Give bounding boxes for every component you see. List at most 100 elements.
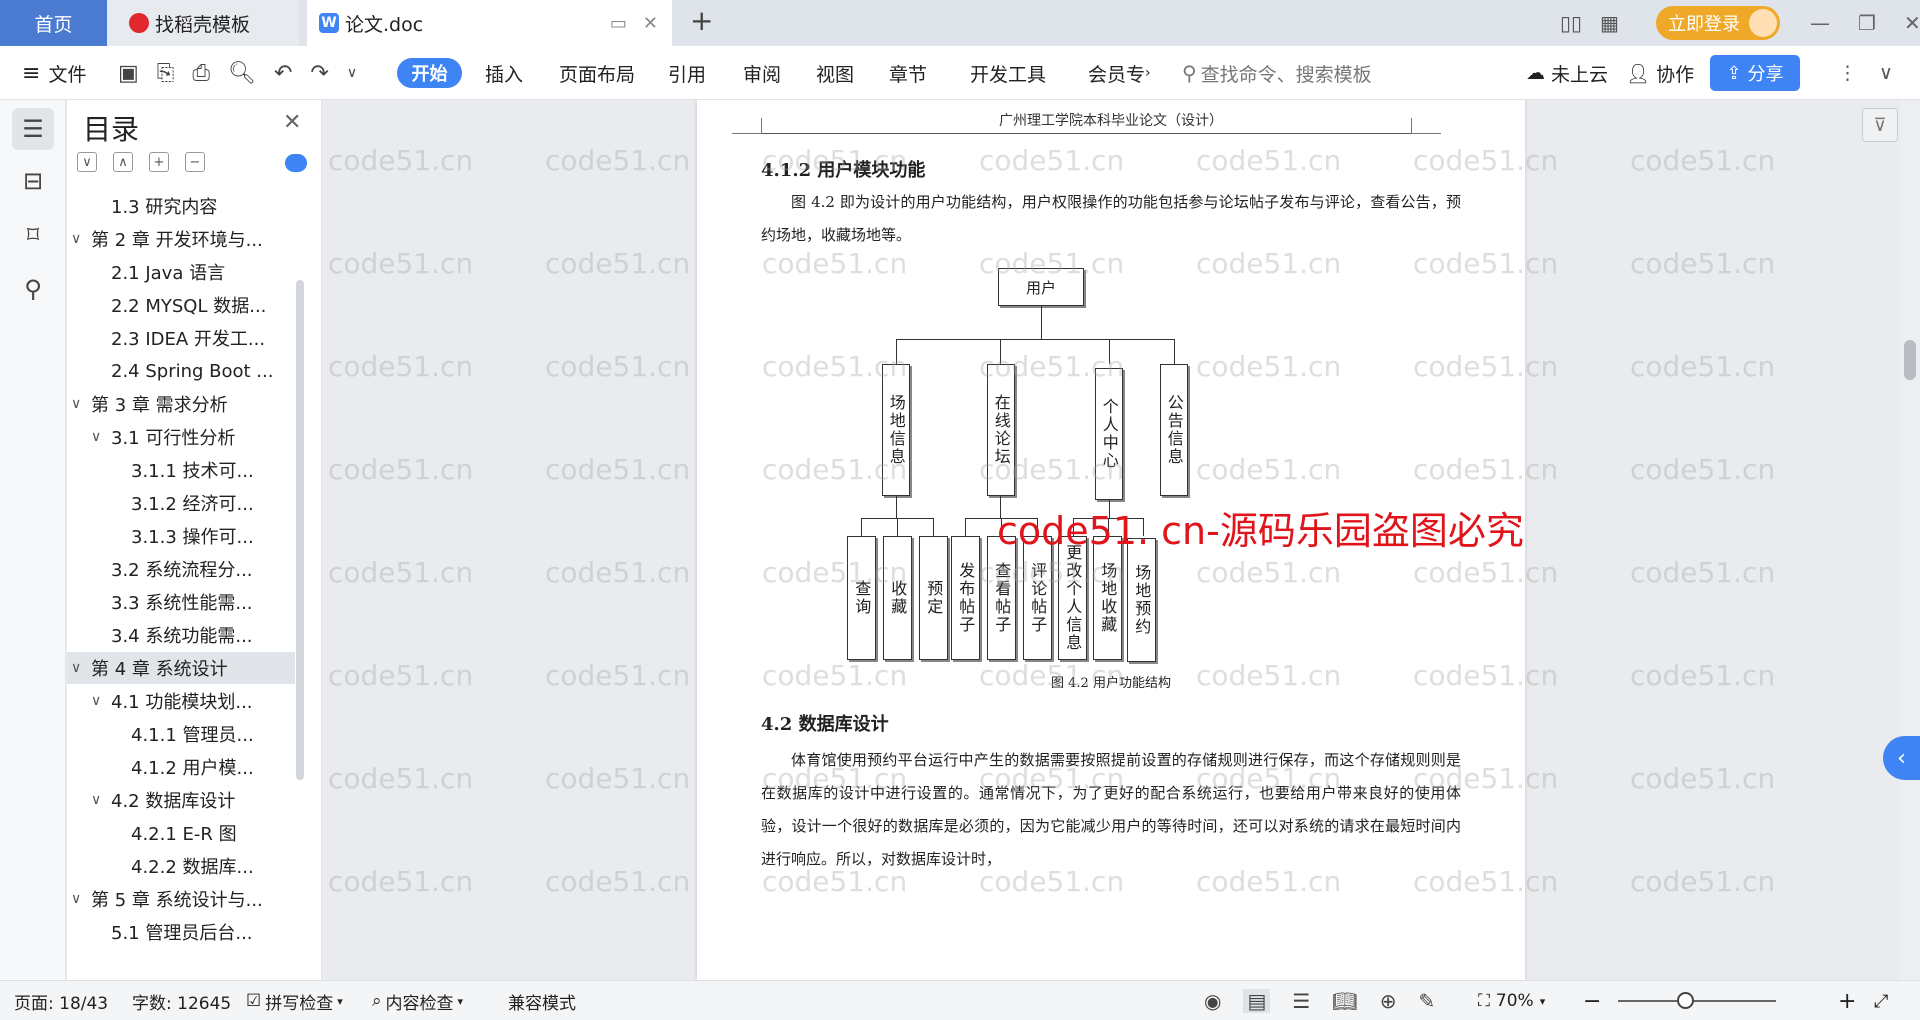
outline-item[interactable]: ∨ 3.1 可行性分析 [67, 421, 295, 453]
tab-home[interactable]: 首页 [0, 0, 107, 46]
file-menu[interactable]: ≡ 文件 [22, 46, 86, 100]
zoom-in-icon[interactable]: + [1838, 981, 1856, 1020]
export-icon[interactable]: ⎘ [157, 61, 175, 86]
outline-item[interactable]: 3.3 系统性能需... [67, 586, 295, 618]
vertical-scrollbar[interactable] [1900, 100, 1920, 980]
restore-icon[interactable]: ❐ [1858, 11, 1876, 35]
expand-icon[interactable]: ∨ [77, 152, 97, 172]
login-label: 立即登录 [1668, 14, 1740, 35]
close-icon[interactable]: ✕ [283, 110, 301, 135]
filter-icon[interactable]: ⊽ [1862, 108, 1898, 142]
tab-start[interactable]: 开始 [397, 58, 462, 88]
zoom-slider[interactable] [1618, 1000, 1776, 1002]
collapse-ribbon-icon[interactable]: ∨ [1879, 62, 1893, 84]
minimize-icon[interactable]: — [1810, 11, 1830, 35]
tab-document[interactable]: W 论文.doc ▭ ✕ [307, 0, 672, 46]
chevron-down-icon[interactable]: ∨ [71, 660, 91, 676]
undo-icon[interactable]: ↶ [274, 61, 292, 86]
save-icon[interactable]: ▣ [118, 61, 139, 86]
chevron-down-icon[interactable]: ∨ [71, 231, 91, 247]
outline-item[interactable]: 3.2 系统流程分... [67, 553, 295, 585]
page-indicator[interactable]: 页面: 18/43 [14, 981, 108, 1020]
tab-view[interactable]: 视图 [816, 46, 854, 100]
web-view-icon[interactable]: ⊕ [1380, 989, 1397, 1013]
outline-item[interactable]: 4.1.2 用户模... [67, 751, 295, 783]
outline-item[interactable]: 3.1.2 经济可... [67, 487, 295, 519]
outline-item[interactable]: 2.4 Spring Boot ... [67, 355, 295, 387]
collapse-icon[interactable]: ∧ [113, 152, 133, 172]
tab-insert[interactable]: 插入 [485, 46, 523, 100]
close-tab-icon[interactable]: ✕ [643, 13, 658, 34]
remove-heading-icon[interactable]: − [185, 152, 205, 172]
grid-icon[interactable]: ▦ [1600, 11, 1619, 35]
outline-view-icon[interactable]: ☰ [1292, 989, 1310, 1013]
close-window-icon[interactable]: ✕ [1904, 11, 1920, 35]
print-icon[interactable]: ⎙ [192, 61, 210, 86]
login-button[interactable]: 立即登录 [1656, 6, 1780, 40]
command-search[interactable]: ⚲ 查找命令、搜索模板 [1182, 46, 1372, 100]
chevron-down-icon[interactable]: ∨ [91, 792, 111, 808]
watermark-text: code51.cn [762, 659, 908, 692]
ai-assistant-icon[interactable] [285, 154, 307, 172]
outline-item[interactable]: 4.1.1 管理员... [67, 718, 295, 750]
chevron-down-icon[interactable]: ∨ [347, 65, 357, 81]
tab-review[interactable]: 审阅 [743, 46, 781, 100]
fullscreen-icon[interactable]: ⤢ [1874, 981, 1888, 1020]
outline-item[interactable]: 3.1.3 操作可... [67, 520, 295, 552]
outline-item[interactable]: ∨ 4.2 数据库设计 [67, 784, 295, 816]
content-check[interactable]: ⌕ 内容检查 ▾ [372, 981, 463, 1020]
zoom-menu[interactable]: ⛶ 70% ▾ [1478, 981, 1545, 1020]
screen-icon[interactable]: ▭ [610, 13, 627, 34]
bookmark-icon[interactable]: ⌑ [12, 214, 54, 256]
navigation-icon[interactable]: ⊟ [12, 160, 54, 202]
zoom-out-icon[interactable]: − [1583, 981, 1601, 1020]
find-icon[interactable]: ⚲ [12, 268, 54, 310]
chevron-down-icon[interactable]: ∨ [71, 891, 91, 907]
outline-item[interactable]: ∨ 第 2 章 开发环境与... [67, 223, 295, 255]
outline-item[interactable]: ∨ 第 3 章 需求分析 [67, 388, 295, 420]
outline-item[interactable]: ∨ 4.1 功能模块划... [67, 685, 295, 717]
outline-item[interactable]: ∨ 第 5 章 系统设计与... [67, 883, 295, 915]
tab-developer[interactable]: 开发工具 [970, 46, 1046, 100]
outline-icon[interactable]: ☰ [12, 108, 54, 150]
tab-chapter[interactable]: 章节 [889, 46, 927, 100]
redo-icon[interactable]: ↷ [310, 61, 328, 86]
outline-scrollbar[interactable] [296, 280, 304, 780]
side-expand-button[interactable]: ‹ [1883, 736, 1920, 780]
preview-icon[interactable]: 🔍︎ [228, 61, 256, 86]
page-view-icon[interactable]: ▤ [1243, 989, 1271, 1013]
outline-item[interactable]: 5.1 管理员后台... [67, 916, 295, 948]
read-view-icon[interactable]: 📖︎ [1332, 989, 1357, 1013]
outline-item[interactable]: 2.3 IDEA 开发工... [67, 322, 295, 354]
layout-icon[interactable]: ▯▯ [1560, 11, 1582, 35]
watermark-text: code51.cn [1413, 556, 1559, 589]
share-button[interactable]: ⇪ 分享 [1710, 55, 1800, 91]
outline-item-label: 4.1.2 用户模... [131, 758, 254, 779]
eye-icon[interactable]: ◉ [1204, 989, 1221, 1013]
pen-icon[interactable]: ✎ [1418, 989, 1435, 1013]
zoom-slider-knob[interactable] [1677, 992, 1694, 1009]
outline-item[interactable]: 4.2.1 E-R 图 [67, 817, 295, 849]
collab-button[interactable]: 👤︎ 协作 [1626, 46, 1694, 100]
word-count[interactable]: 字数: 12645 [132, 981, 231, 1020]
chevron-down-icon[interactable]: ∨ [91, 693, 111, 709]
tab-member[interactable]: 会员专 › [1088, 46, 1151, 100]
outline-item[interactable]: 1.3 研究内容 [67, 190, 295, 222]
new-tab-button[interactable]: + [690, 4, 713, 37]
cloud-status[interactable]: ☁ 未上云 [1526, 46, 1608, 100]
outline-item[interactable]: ∨ 第 4 章 系统设计 [67, 652, 295, 684]
outline-item[interactable]: 4.2.2 数据库... [67, 850, 295, 882]
tab-daoke[interactable]: 找稻壳模板 [107, 0, 299, 46]
scrollbar-thumb[interactable] [1904, 340, 1916, 380]
tab-page-layout[interactable]: 页面布局 [559, 46, 635, 100]
chevron-down-icon[interactable]: ∨ [91, 429, 111, 445]
outline-item[interactable]: 2.1 Java 语言 [67, 256, 295, 288]
outline-item[interactable]: 3.1.1 技术可... [67, 454, 295, 486]
outline-item[interactable]: 3.4 系统功能需... [67, 619, 295, 651]
spell-check[interactable]: ☑ 拼写检查 ▾ [246, 981, 343, 1020]
chevron-down-icon[interactable]: ∨ [71, 396, 91, 412]
outline-item[interactable]: 2.2 MYSQL 数据... [67, 289, 295, 321]
add-heading-icon[interactable]: + [149, 152, 169, 172]
more-icon[interactable]: ⋮ [1838, 62, 1857, 84]
tab-references[interactable]: 引用 [668, 46, 706, 100]
